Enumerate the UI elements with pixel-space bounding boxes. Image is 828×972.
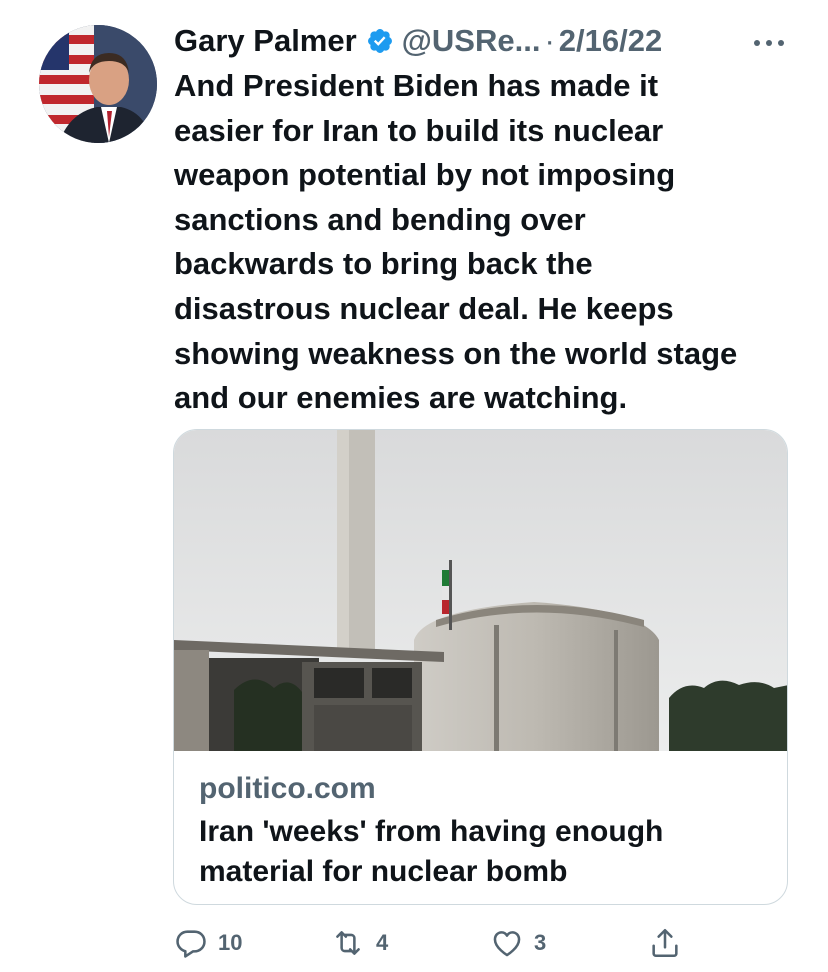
heart-icon [490, 926, 524, 960]
reply-icon [174, 926, 208, 960]
tweet-text: And President Biden has made it easier f… [174, 64, 804, 421]
author-name[interactable]: Gary Palmer [174, 21, 357, 61]
avatar-image [39, 25, 157, 143]
card-domain: politico.com [199, 772, 376, 805]
link-preview-card[interactable]: politico.com Iran 'weeks' from having en… [173, 429, 788, 905]
retweet-button[interactable]: 4 [330, 920, 388, 966]
card-title-line: material for nuclear bomb [199, 855, 568, 888]
reply-count: 10 [218, 930, 243, 955]
author-avatar[interactable] [39, 25, 157, 143]
tweet-text-line: easier for Iran to build its nuclear [174, 112, 664, 148]
retweet-icon [330, 926, 366, 960]
card-title: Iran 'weeks' from having enough material… [199, 812, 769, 892]
share-icon [648, 926, 682, 960]
tweet-text-line: And President Biden has made it [174, 68, 659, 103]
card-image[interactable] [174, 430, 787, 751]
author-handle[interactable]: @USRe... [402, 21, 541, 61]
tweet-text-line: backwards to bring back the [174, 246, 593, 282]
tweet-text-line: sanctions and bending over [174, 201, 586, 237]
card-title-line: Iran 'weeks' from having enough [199, 815, 664, 848]
tweet-text-line: disastrous nuclear deal. He keeps [174, 290, 674, 326]
tweet-actions: 10 4 3 [0, 920, 828, 966]
header-separator: · [544, 23, 555, 58]
like-button[interactable]: 3 [490, 920, 546, 966]
retweet-count: 4 [376, 930, 389, 955]
more-options-icon[interactable] [752, 38, 786, 48]
tweet-text-line: weapon potential by not imposing [174, 157, 676, 193]
like-count: 3 [534, 930, 547, 955]
reply-button[interactable]: 10 [174, 920, 242, 966]
tweet-text-line: and our enemies are watching. [174, 380, 628, 416]
tweet-header: Gary Palmer @USRe... · 2/16/22 [174, 21, 794, 61]
tweet-text-line: showing weakness on the world stage [174, 335, 738, 371]
share-button[interactable] [648, 920, 682, 966]
tweet[interactable]: Gary Palmer @USRe... · 2/16/22 And Presi… [0, 0, 828, 972]
verified-badge-icon [366, 27, 394, 55]
tweet-date[interactable]: 2/16/22 [559, 21, 662, 61]
